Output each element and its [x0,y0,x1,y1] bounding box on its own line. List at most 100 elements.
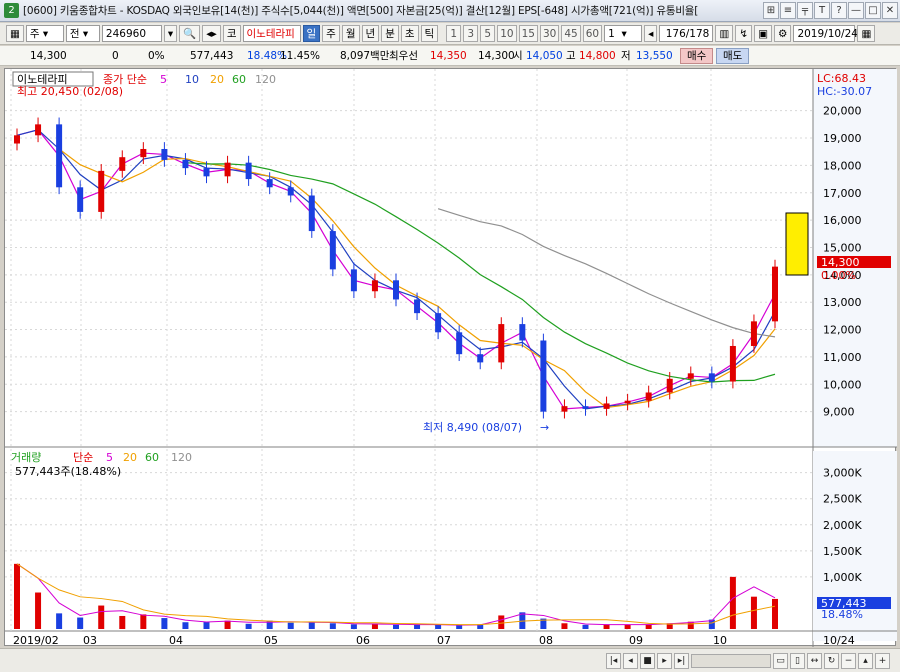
scroll-next-icon[interactable]: ▸ [657,652,672,669]
ma120-legend: 120 [255,73,276,86]
volume-bar [308,621,315,629]
next-icon[interactable]: ◂▸ [202,25,221,42]
volume-bar [329,623,336,629]
tab-month[interactable]: 월 [341,25,360,42]
open-price: 14,050 [526,49,563,62]
volume-ma5-line [16,563,776,626]
volume-tick-label: 1,500K [823,545,862,558]
price-tick-label: 19,000 [823,132,862,145]
chart-lock-icon[interactable]: ▥ [715,25,734,42]
grid-icon[interactable]: ▦ [6,25,24,42]
candle-body [266,179,273,188]
price-tick-label: 12,000 [823,324,862,337]
zoom-in-icon[interactable]: ▯ [790,652,805,669]
candle-body [14,135,20,144]
volume-bar [203,621,210,629]
volume-ma20-line [16,563,776,626]
tab-day[interactable]: 일 [302,25,321,42]
fit-icon[interactable]: ↔ [807,652,822,669]
candle-body [603,403,610,409]
candle-body [645,392,652,401]
scroll-first-icon[interactable]: |◂ [606,652,621,669]
candle-body [119,157,126,171]
interval-select[interactable]: 1 ▾ [604,25,643,42]
stock-code-input[interactable]: 246960 [101,25,162,42]
x-axis-label: 10 [713,634,727,647]
turnover-pct: 11.45% [280,49,321,62]
refresh-icon[interactable]: ↻ [824,652,839,669]
interval-1[interactable]: 1 [446,25,462,42]
search-icon[interactable]: 🔍 [179,25,201,42]
buy-button[interactable]: 매수 [680,47,714,64]
font-icon[interactable]: T [814,2,830,19]
maximize-icon[interactable]: □ [865,2,881,19]
tab-minute[interactable]: 분 [381,25,399,42]
menu-icon[interactable]: ≡ [780,2,796,19]
stop-icon[interactable]: ■ [640,652,655,669]
zoom-icon[interactable]: ◂ [644,25,658,42]
settings-icon[interactable]: ⚙ [774,25,792,42]
interval-60[interactable]: 60 [582,25,603,42]
count-input[interactable]: 176 /178 [659,25,714,42]
volume-bar [287,622,294,629]
price-tick-label: 13,000 [823,296,862,309]
ma5-legend: 5 [160,73,167,86]
scrollbar[interactable] [691,653,771,668]
vol-ma20-legend: 20 [123,451,137,464]
volume-bar [750,596,757,629]
candle-body [687,373,694,379]
window-title: [0600] 키움종합차트 - KOSDAQ 외국인보유[14(천)] 주식수[… [23,5,699,17]
trade-amount: 8,097백만 [340,50,390,62]
close-icon[interactable]: ✕ [882,2,898,19]
plus-icon[interactable]: + [875,652,890,669]
volume-bar [161,618,168,629]
code-dropdown-icon[interactable]: ▾ [163,25,178,42]
interval-45[interactable]: 45 [561,25,581,42]
interval-5[interactable]: 5 [480,25,496,42]
calendar-icon[interactable]: ▦ [857,25,876,42]
interval-10[interactable]: 10 [497,25,517,42]
open-label: 시 [513,50,523,62]
tab-year[interactable]: 년 [361,25,380,42]
pin-icon[interactable]: ╤ [797,2,813,19]
current-volume-tag-pct: 18.48% [821,608,863,621]
volume-tick-label: 3,000K [823,467,862,480]
candle-body [329,231,336,270]
zoom-out-icon[interactable]: ▭ [773,652,788,669]
save-icon[interactable]: ▣ [754,25,773,42]
period-low-label: 최저 8,490 (08/07) [423,421,522,434]
tab-second[interactable]: 초 [400,25,419,42]
minimize-icon[interactable]: — [848,2,864,19]
volume-bar [56,613,63,629]
period-select[interactable]: 주 ▾ [25,25,64,42]
volume-bar [772,598,778,629]
volume-bar [498,615,505,629]
tab-tick[interactable]: 틱 [420,25,439,42]
period-value: 주 [29,28,40,40]
price-tick-label: 16,000 [823,214,862,227]
date-input[interactable]: 2019/10/24 [793,25,858,42]
prev-select[interactable]: 전 ▾ [65,25,100,42]
layout-icon[interactable]: ⊞ [763,2,779,19]
scroll-last-icon[interactable]: ▸| [674,652,689,669]
help-icon[interactable]: ? [831,2,847,19]
window-number-badge: 2 [4,3,19,18]
stock-chart[interactable]: 이노테라피 종가 단순 5 10 20 60 120 최고 20,450 (02… [5,69,897,647]
vol-ma120-legend: 120 [171,451,192,464]
scroll-prev-icon[interactable]: ◂ [623,652,638,669]
x-axis-label: 06 [356,634,370,647]
volume-legend-name: 거래량 [11,451,41,464]
current-price-tag-value: 14,300 [821,256,860,269]
volume-bar [393,624,399,629]
chart-area[interactable]: 이노테라피 종가 단순 5 10 20 60 120 최고 20,450 (02… [4,68,897,647]
minus-icon[interactable]: − [841,652,856,669]
interval-30[interactable]: 30 [539,25,560,42]
stock-name: 이노테라피 [242,25,301,42]
sell-button[interactable]: 매도 [716,47,750,64]
draw-icon[interactable]: ↯ [735,25,753,42]
tab-week[interactable]: 주 [322,25,340,42]
expand-icon[interactable]: ▴ [858,652,873,669]
interval-15[interactable]: 15 [518,25,538,42]
interval-3[interactable]: 3 [463,25,479,42]
candle-body [477,354,484,363]
